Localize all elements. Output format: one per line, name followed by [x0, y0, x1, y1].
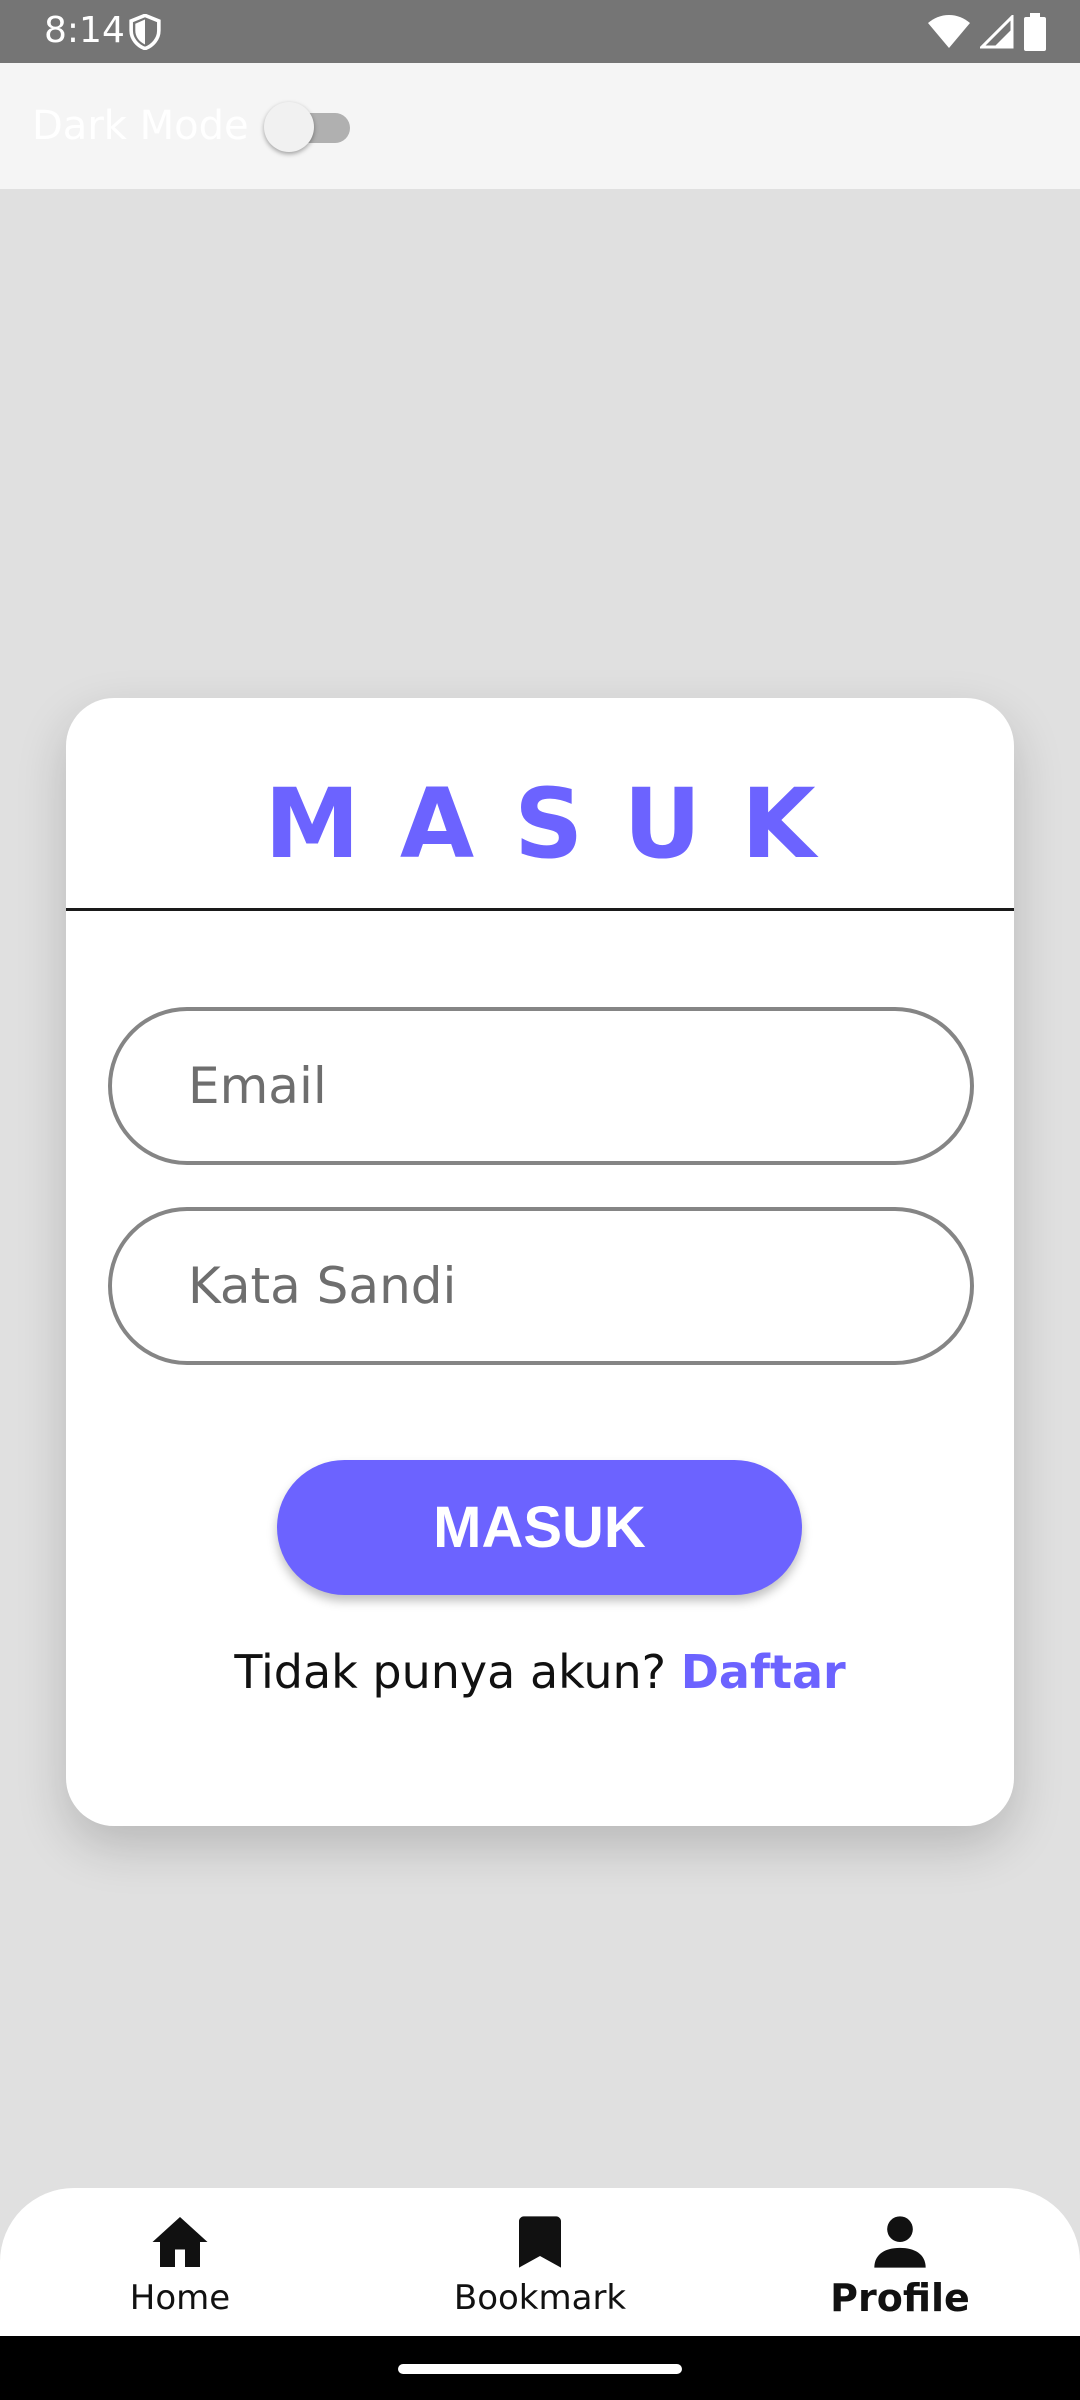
bottom-nav: Home Bookmark Profile: [0, 2188, 1080, 2336]
gesture-handle[interactable]: [398, 2364, 682, 2374]
nav-item-home[interactable]: Home: [0, 2188, 360, 2336]
nav-label-profile: Profile: [830, 2276, 970, 2320]
email-field-wrapper: [108, 1007, 974, 1165]
dark-mode-label: Dark Mode: [32, 103, 249, 149]
title-divider: [66, 908, 1014, 911]
password-field-wrapper: [108, 1207, 974, 1365]
login-button[interactable]: MASUK: [277, 1460, 802, 1595]
email-field[interactable]: [112, 1011, 970, 1161]
shield-icon: [129, 14, 161, 50]
gesture-bar: [0, 2336, 1080, 2400]
nav-item-bookmark[interactable]: Bookmark: [360, 2188, 720, 2336]
status-icons: [928, 12, 1046, 52]
register-prompt: Tidak punya akun?: [234, 1645, 667, 1699]
top-bar: Dark Mode: [0, 63, 1080, 189]
register-link[interactable]: Daftar: [681, 1645, 846, 1699]
dark-mode-switch[interactable]: [264, 102, 354, 152]
status-time: 8:14: [44, 10, 125, 51]
password-field[interactable]: [112, 1211, 970, 1361]
switch-thumb: [264, 102, 314, 152]
nav-label-home: Home: [129, 2278, 231, 2318]
signal-icon: [980, 15, 1014, 49]
register-row: Tidak punya akun? Daftar: [66, 1644, 1014, 1700]
home-icon: [152, 2217, 208, 2267]
nav-item-profile[interactable]: Profile: [720, 2188, 1080, 2336]
status-bar: 8:14: [0, 0, 1080, 63]
battery-icon: [1024, 13, 1046, 51]
login-card: MASUK MASUK Tidak punya akun? Daftar: [66, 698, 1014, 1826]
nav-label-bookmark: Bookmark: [453, 2278, 627, 2318]
person-icon: [874, 2216, 926, 2268]
login-title: MASUK: [264, 768, 856, 880]
bookmark-icon: [519, 2216, 561, 2268]
wifi-icon: [928, 15, 970, 48]
